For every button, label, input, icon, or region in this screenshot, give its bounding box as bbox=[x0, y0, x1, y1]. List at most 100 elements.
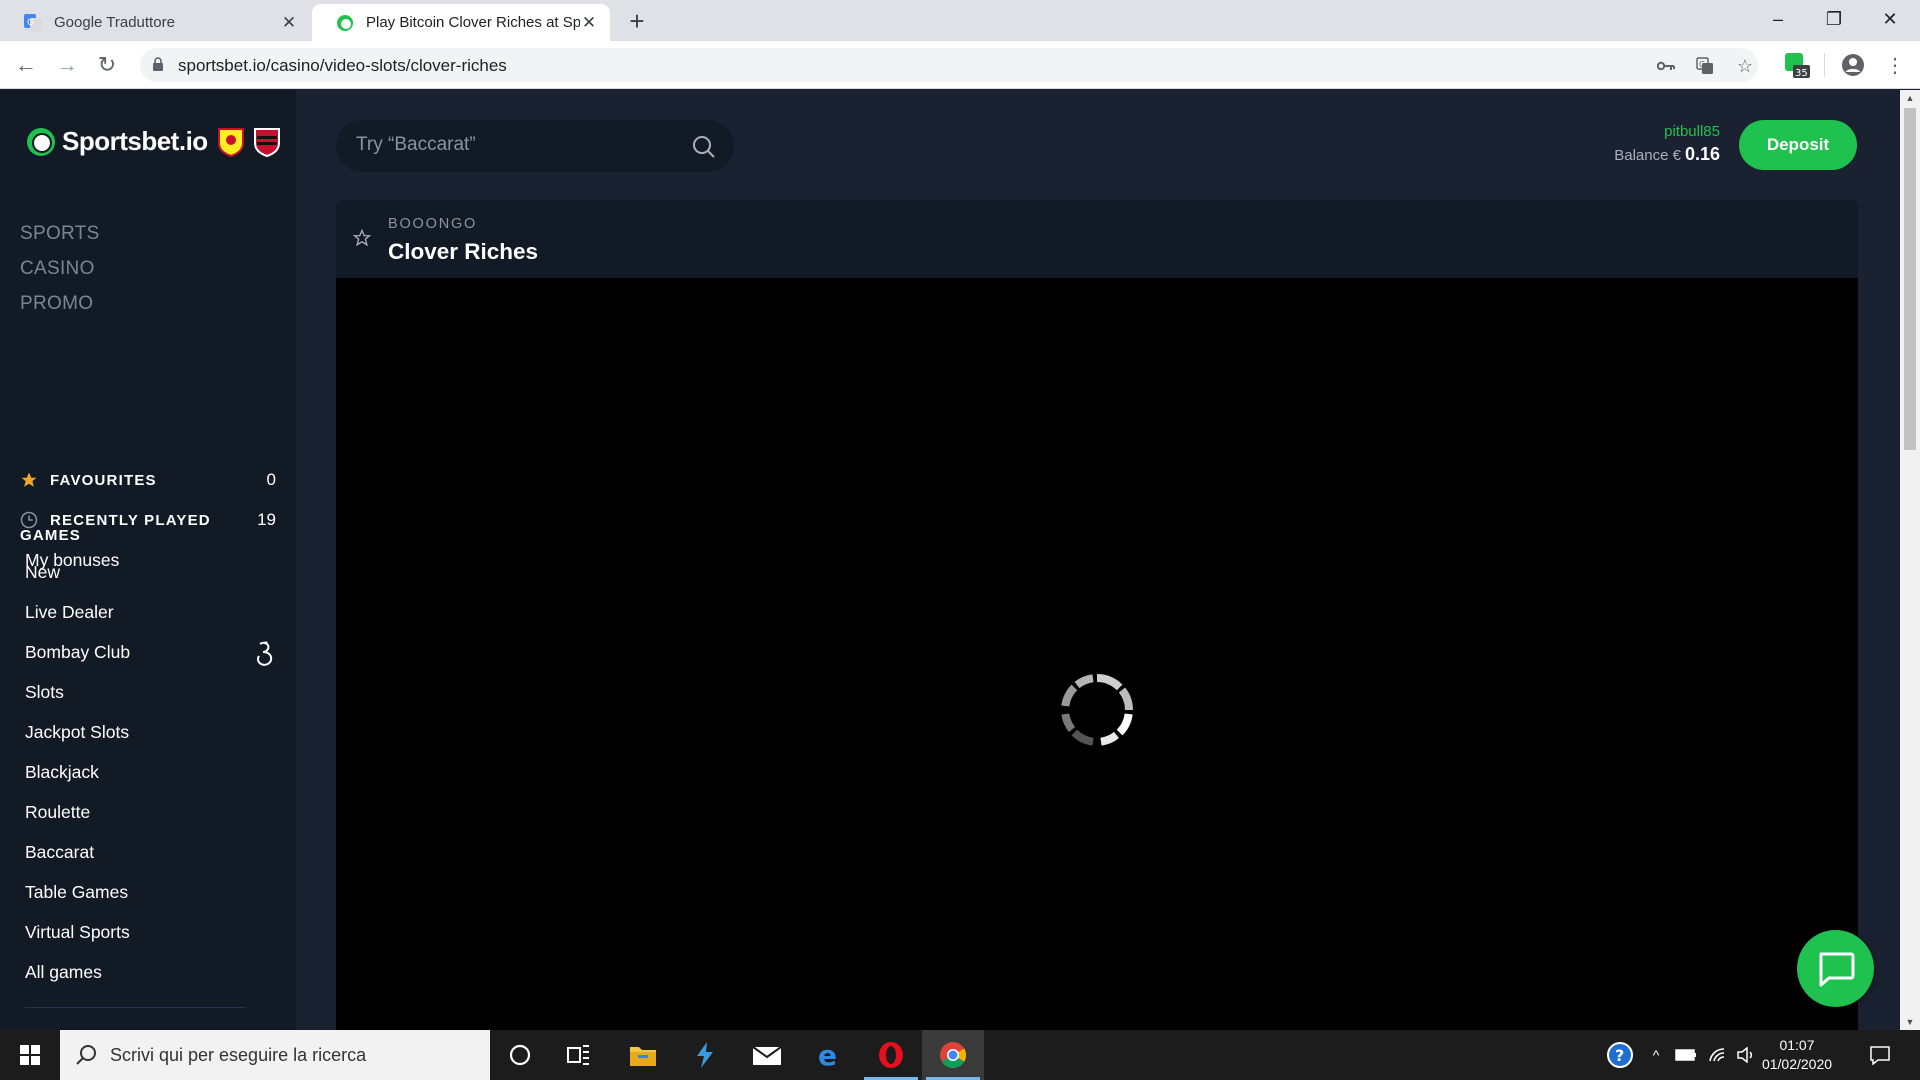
games-item-label: Baccarat bbox=[25, 842, 95, 862]
nav-sports[interactable]: SPORTS bbox=[20, 216, 100, 251]
tab-close-icon[interactable]: ✕ bbox=[280, 13, 298, 33]
windows-start-icon[interactable] bbox=[0, 1030, 60, 1080]
games-item-blackjack[interactable]: Blackjack bbox=[25, 752, 276, 792]
games-item-bombay-club[interactable]: Bombay Club bbox=[25, 632, 276, 672]
url-text: sportsbet.io/casino/video-slots/clover-r… bbox=[178, 56, 507, 75]
help-tray-icon[interactable]: ? bbox=[1604, 1030, 1636, 1080]
deposit-button[interactable]: Deposit bbox=[1739, 120, 1857, 170]
balance-amount: 0.16 bbox=[1684, 144, 1720, 164]
google-translate-icon: G bbox=[24, 13, 42, 32]
star-icon bbox=[21, 472, 37, 487]
menu-kebab-icon[interactable]: ⋮ bbox=[1880, 50, 1910, 80]
balance-label: Balance € bbox=[1614, 147, 1681, 164]
search-input[interactable] bbox=[356, 134, 676, 156]
sidebar: Sportsbet.io SPORTS CASINO PROMO FAVOURI… bbox=[0, 90, 296, 1030]
visual-studio-code-icon[interactable] bbox=[674, 1030, 736, 1080]
game-iframe[interactable] bbox=[336, 278, 1858, 1030]
site-logo[interactable]: Sportsbet.io bbox=[26, 126, 280, 157]
translate-icon[interactable]: G bbox=[1695, 56, 1715, 76]
tab-sportsbet[interactable]: Play Bitcoin Clover Riches at Spor ✕ bbox=[312, 4, 610, 41]
scrollbar-thumb[interactable] bbox=[1904, 108, 1916, 450]
taskbar-search-icon bbox=[76, 1045, 96, 1065]
tab-close-icon[interactable]: ✕ bbox=[580, 13, 598, 33]
games-item-label: Bombay Club bbox=[25, 642, 131, 662]
logo-text: Sportsbet.io bbox=[62, 126, 208, 156]
favourite-star-icon[interactable] bbox=[353, 229, 371, 247]
notifications-icon[interactable] bbox=[1862, 1030, 1898, 1080]
reload-icon[interactable]: ↻ bbox=[91, 49, 123, 81]
games-item-roulette[interactable]: Roulette bbox=[25, 792, 276, 832]
opera-icon[interactable] bbox=[860, 1030, 922, 1080]
games-item-label: Blackjack bbox=[25, 762, 99, 782]
games-item-all-games[interactable]: All games bbox=[25, 952, 276, 992]
games-item-label: Table Games bbox=[25, 882, 129, 902]
game-panel: BOOONGO Clover Riches bbox=[336, 200, 1858, 1030]
favourites-label: FAVOURITES bbox=[50, 471, 157, 489]
favourites-item[interactable]: FAVOURITES 0 bbox=[20, 465, 276, 495]
nav-casino[interactable]: CASINO bbox=[20, 251, 100, 286]
watford-crest-icon bbox=[217, 127, 244, 157]
flamengo-crest-icon bbox=[253, 127, 280, 157]
games-item-baccarat[interactable]: Baccarat bbox=[25, 832, 276, 872]
game-provider: BOOONGO bbox=[388, 216, 478, 232]
games-item-table-games[interactable]: Table Games bbox=[25, 872, 276, 912]
edge-icon[interactable]: e bbox=[798, 1030, 860, 1080]
tab-google-translate[interactable]: G Google Traduttore ✕ bbox=[0, 4, 310, 41]
games-item-live-dealer[interactable]: Live Dealer bbox=[25, 592, 276, 632]
bookmark-star-icon[interactable]: ☆ bbox=[1735, 56, 1755, 76]
battery-icon[interactable] bbox=[1672, 1030, 1700, 1080]
show-hidden-icons-icon[interactable]: ^ bbox=[1644, 1030, 1668, 1080]
games-item-new[interactable]: New bbox=[25, 552, 276, 592]
balance: Balance €0.16 bbox=[1614, 144, 1720, 165]
extension-icon[interactable]: 35 bbox=[1782, 50, 1812, 80]
username[interactable]: pitbull85 bbox=[1614, 123, 1720, 140]
sportsbet-logo-icon bbox=[27, 127, 55, 156]
games-item-slots[interactable]: Slots bbox=[25, 672, 276, 712]
volume-icon[interactable] bbox=[1734, 1030, 1758, 1080]
game-header: BOOONGO Clover Riches bbox=[336, 200, 1858, 278]
sportsbet-favicon-icon bbox=[336, 14, 354, 32]
nav-promo[interactable]: PROMO bbox=[20, 286, 100, 321]
cortana-icon[interactable] bbox=[489, 1030, 551, 1080]
key-icon[interactable] bbox=[1656, 56, 1676, 76]
new-tab-button[interactable]: + bbox=[622, 6, 652, 36]
main-nav: SPORTS CASINO PROMO bbox=[20, 216, 100, 321]
lock-icon bbox=[152, 57, 164, 77]
games-item-label: New bbox=[25, 562, 61, 582]
mail-icon[interactable] bbox=[736, 1030, 798, 1080]
task-view-icon[interactable] bbox=[548, 1030, 610, 1080]
restore-icon[interactable]: ❐ bbox=[1806, 0, 1862, 41]
wifi-icon[interactable] bbox=[1704, 1030, 1732, 1080]
games-item-virtual-sports[interactable]: Virtual Sports bbox=[25, 912, 276, 952]
profile-icon[interactable] bbox=[1838, 50, 1868, 80]
windows-taskbar: Scrivi qui per eseguire la ricerca e ? ^… bbox=[0, 1030, 1920, 1080]
taskbar-clock[interactable]: 01:07 01/02/2020 bbox=[1758, 1036, 1836, 1074]
taskbar-search-placeholder: Scrivi qui per eseguire la ricerca bbox=[110, 1045, 367, 1065]
svg-text:G: G bbox=[1699, 60, 1705, 69]
bombay-club-icon bbox=[256, 641, 273, 666]
clock-date: 01/02/2020 bbox=[1761, 1056, 1833, 1072]
page-scrollbar[interactable]: ▲ ▼ bbox=[1900, 90, 1920, 1030]
taskbar-search-box[interactable]: Scrivi qui per eseguire la ricerca bbox=[60, 1030, 490, 1080]
tab-title: Google Traduttore bbox=[54, 14, 175, 31]
minimize-icon[interactable]: – bbox=[1750, 0, 1806, 41]
sidebar-divider bbox=[25, 1007, 245, 1008]
address-bar[interactable]: sportsbet.io/casino/video-slots/clover-r… bbox=[140, 48, 1758, 82]
clock-time: 01:07 bbox=[1779, 1037, 1815, 1053]
scroll-down-icon[interactable]: ▼ bbox=[1900, 1017, 1920, 1027]
file-explorer-icon[interactable] bbox=[612, 1030, 674, 1080]
svg-text:e: e bbox=[818, 1041, 837, 1069]
back-icon[interactable]: ← bbox=[10, 49, 42, 81]
games-item-label: All games bbox=[25, 962, 102, 982]
scroll-up-icon[interactable]: ▲ bbox=[1900, 93, 1920, 103]
close-window-icon[interactable]: ✕ bbox=[1862, 0, 1918, 41]
chrome-icon[interactable] bbox=[922, 1030, 984, 1080]
chat-button[interactable] bbox=[1797, 930, 1874, 1007]
page: Sportsbet.io SPORTS CASINO PROMO FAVOURI… bbox=[0, 90, 1920, 1030]
games-item-jackpot-slots[interactable]: Jackpot Slots bbox=[25, 712, 276, 752]
chat-bubble-icon bbox=[1819, 952, 1854, 986]
forward-icon[interactable]: → bbox=[51, 49, 83, 81]
favourites-count: 0 bbox=[266, 470, 276, 489]
extension-badge: 35 bbox=[1795, 68, 1808, 79]
search-icon[interactable] bbox=[692, 135, 716, 159]
